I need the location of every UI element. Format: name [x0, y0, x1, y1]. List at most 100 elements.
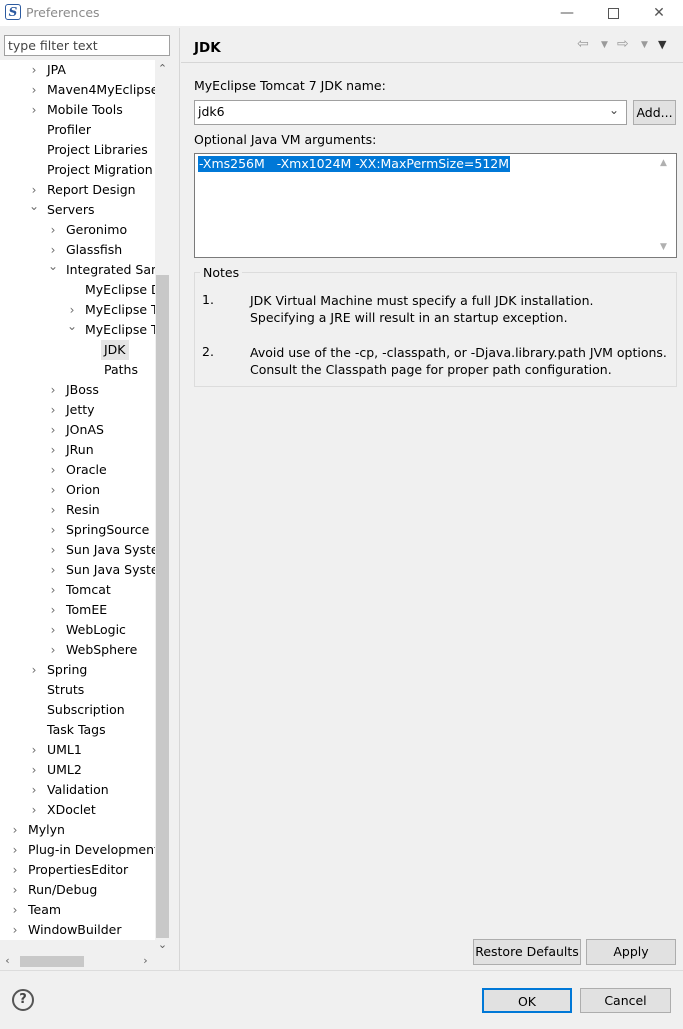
- chevron-right-icon[interactable]: ›: [48, 520, 58, 540]
- close-button[interactable]: ✕: [636, 0, 682, 26]
- restore-defaults-button[interactable]: Restore Defaults: [473, 939, 581, 965]
- chevron-right-icon[interactable]: ›: [48, 380, 58, 400]
- tree-item[interactable]: › Oracle: [0, 460, 155, 480]
- chevron-right-icon[interactable]: ›: [48, 480, 58, 500]
- back-arrow-icon[interactable]: ⇦: [577, 36, 589, 52]
- tree-item[interactable]: › WebLogic: [0, 620, 155, 640]
- tree-item[interactable]: › JBoss: [0, 380, 155, 400]
- chevron-right-icon[interactable]: ›: [48, 400, 58, 420]
- chevron-right-icon[interactable]: ›: [29, 780, 39, 800]
- chevron-right-icon[interactable]: ›: [67, 300, 77, 320]
- chevron-right-icon[interactable]: ›: [48, 620, 58, 640]
- chevron-right-icon[interactable]: ›: [48, 500, 58, 520]
- tree-item[interactable]: › JOnAS: [0, 420, 155, 440]
- chevron-right-icon[interactable]: ›: [29, 80, 39, 100]
- forward-dropdown-icon[interactable]: ▼: [641, 40, 648, 50]
- tree-item[interactable]: Project Migration: [0, 160, 155, 180]
- panel-splitter[interactable]: [179, 28, 180, 970]
- tree-item[interactable]: › UML2: [0, 760, 155, 780]
- back-dropdown-icon[interactable]: ▼: [601, 40, 608, 50]
- tree-item[interactable]: › Orion: [0, 480, 155, 500]
- maximize-button[interactable]: [590, 0, 636, 26]
- scroll-right-arrow-icon[interactable]: ›: [138, 952, 153, 969]
- tree-item[interactable]: MyEclipse Derby: [0, 280, 155, 300]
- view-menu-icon[interactable]: ▼: [658, 38, 666, 51]
- chevron-right-icon[interactable]: ›: [48, 440, 58, 460]
- chevron-down-icon[interactable]: ⌄: [29, 200, 39, 220]
- ok-button[interactable]: OK: [482, 988, 572, 1013]
- tree-item[interactable]: › TomEE: [0, 600, 155, 620]
- tree-item[interactable]: Struts: [0, 680, 155, 700]
- tree-item[interactable]: JDK: [0, 340, 155, 360]
- chevron-right-icon[interactable]: ›: [48, 460, 58, 480]
- tree-item[interactable]: › UML1: [0, 740, 155, 760]
- tree-vertical-scroll-thumb[interactable]: [156, 275, 169, 938]
- vm-args-selected-text[interactable]: -Xms256M -Xmx1024M -XX:MaxPermSize=512M: [198, 156, 511, 172]
- help-icon[interactable]: ?: [12, 989, 34, 1011]
- tree-item[interactable]: › Mylyn: [0, 820, 155, 840]
- tree-item[interactable]: › Sun Java System: [0, 540, 155, 560]
- chevron-right-icon[interactable]: ›: [10, 900, 20, 920]
- minimize-button[interactable]: —: [544, 0, 590, 26]
- tree-horizontal-scroll-thumb[interactable]: [20, 956, 84, 967]
- chevron-right-icon[interactable]: ›: [48, 220, 58, 240]
- jdk-name-select[interactable]: [194, 100, 627, 125]
- tree-item[interactable]: › Geronimo: [0, 220, 155, 240]
- chevron-right-icon[interactable]: ›: [29, 180, 39, 200]
- chevron-right-icon[interactable]: ›: [29, 740, 39, 760]
- tree-item[interactable]: › Report Design: [0, 180, 155, 200]
- tree-item[interactable]: Task Tags: [0, 720, 155, 740]
- tree-item[interactable]: › Spring: [0, 660, 155, 680]
- tree-item[interactable]: › JRun: [0, 440, 155, 460]
- chevron-down-icon[interactable]: ⌄: [609, 103, 619, 117]
- scroll-down-arrow-icon[interactable]: ▼: [660, 242, 667, 252]
- scroll-up-arrow-icon[interactable]: ▲: [660, 158, 667, 168]
- tree-item[interactable]: ⌄ Integrated Sandbox: [0, 260, 155, 280]
- tree-item[interactable]: Project Libraries: [0, 140, 155, 160]
- chevron-right-icon[interactable]: ›: [48, 560, 58, 580]
- tree-item[interactable]: › Run/Debug: [0, 880, 155, 900]
- chevron-right-icon[interactable]: ›: [29, 760, 39, 780]
- forward-arrow-icon[interactable]: ⇨: [617, 36, 629, 52]
- tree-item[interactable]: › Validation: [0, 780, 155, 800]
- tree-item[interactable]: › Tomcat: [0, 580, 155, 600]
- chevron-right-icon[interactable]: ›: [48, 420, 58, 440]
- tree-item[interactable]: › Glassfish: [0, 240, 155, 260]
- chevron-right-icon[interactable]: ›: [48, 580, 58, 600]
- chevron-right-icon[interactable]: ›: [29, 800, 39, 820]
- scroll-up-arrow-icon[interactable]: ⌃: [155, 60, 170, 77]
- chevron-down-icon[interactable]: ⌄: [67, 320, 77, 340]
- tree-item[interactable]: › Team: [0, 900, 155, 920]
- tree-item[interactable]: Paths: [0, 360, 155, 380]
- chevron-right-icon[interactable]: ›: [10, 920, 20, 940]
- cancel-button[interactable]: Cancel: [580, 988, 671, 1013]
- tree-item[interactable]: › Maven4MyEclipse: [0, 80, 155, 100]
- tree-item[interactable]: › Mobile Tools: [0, 100, 155, 120]
- scroll-left-arrow-icon[interactable]: ‹: [0, 952, 15, 969]
- tree-item[interactable]: › WindowBuilder: [0, 920, 155, 940]
- chevron-right-icon[interactable]: ›: [29, 100, 39, 120]
- chevron-right-icon[interactable]: ›: [48, 240, 58, 260]
- tree-item[interactable]: › MyEclipse Tomcat: [0, 300, 155, 320]
- add-jdk-button[interactable]: Add...: [633, 100, 676, 125]
- scroll-down-arrow-icon[interactable]: ⌄: [155, 936, 170, 953]
- chevron-right-icon[interactable]: ›: [10, 840, 20, 860]
- chevron-right-icon[interactable]: ›: [29, 60, 39, 80]
- tree-item[interactable]: › PropertiesEditor: [0, 860, 155, 880]
- tree-item[interactable]: › JPA: [0, 60, 155, 80]
- chevron-right-icon[interactable]: ›: [29, 660, 39, 680]
- tree-item[interactable]: › Plug-in Development: [0, 840, 155, 860]
- tree-item[interactable]: Profiler: [0, 120, 155, 140]
- tree-item[interactable]: Subscription: [0, 700, 155, 720]
- tree-item[interactable]: › Sun Java System: [0, 560, 155, 580]
- chevron-right-icon[interactable]: ›: [48, 640, 58, 660]
- chevron-right-icon[interactable]: ›: [48, 540, 58, 560]
- chevron-down-icon[interactable]: ⌄: [48, 260, 58, 280]
- chevron-right-icon[interactable]: ›: [10, 860, 20, 880]
- tree-item[interactable]: › SpringSource: [0, 520, 155, 540]
- chevron-right-icon[interactable]: ›: [10, 820, 20, 840]
- tree-item[interactable]: › XDoclet: [0, 800, 155, 820]
- tree-item[interactable]: › Resin: [0, 500, 155, 520]
- chevron-right-icon[interactable]: ›: [48, 600, 58, 620]
- filter-input[interactable]: [4, 35, 170, 56]
